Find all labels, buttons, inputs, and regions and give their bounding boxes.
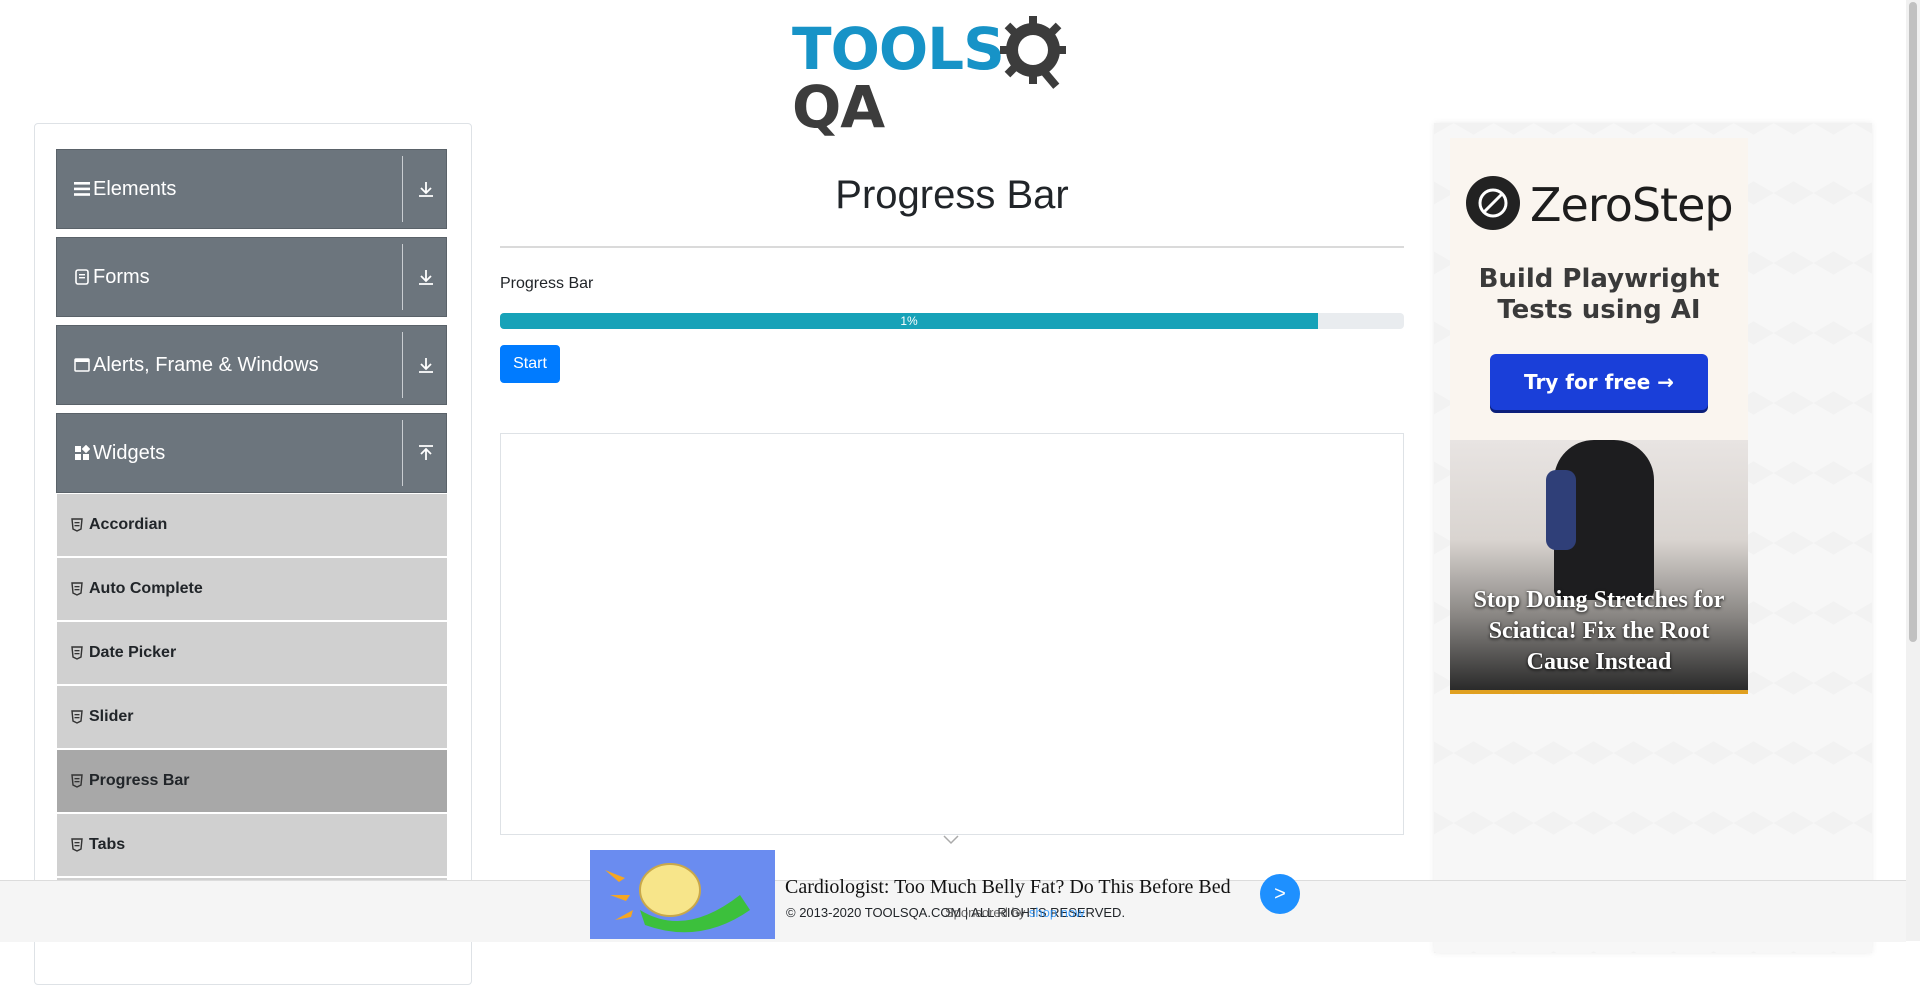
download-arrow-icon[interactable] (416, 179, 436, 199)
zerostep-logo-icon (1466, 176, 1520, 230)
ad-photo-detail (1546, 470, 1576, 550)
upload-arrow-icon[interactable] (416, 443, 436, 463)
sidebar-item-slider[interactable]: Slider (57, 686, 447, 750)
group-forms[interactable]: Forms (56, 237, 447, 317)
window-icon (73, 356, 91, 374)
download-arrow-icon[interactable] (416, 267, 436, 287)
html5-icon (71, 774, 83, 788)
progress-bar-label: Progress Bar (500, 275, 594, 292)
site-header: TOOLSQA (0, 0, 1920, 136)
progress-bar-fill: 1% (500, 313, 1319, 329)
html5-icon (71, 710, 83, 724)
zerostep-tagline: Build Playwright Tests using AI (1450, 264, 1748, 326)
sidebar-item-label: Date Picker (89, 644, 177, 661)
sidebar-item-tabs[interactable]: Tabs (57, 814, 447, 878)
right-ad-panel: ZeroStep Build Playwright Tests using AI… (1434, 123, 1872, 953)
download-arrow-icon[interactable] (416, 355, 436, 375)
gear-magnifier-icon (1000, 16, 1066, 89)
html5-icon (71, 838, 83, 852)
zerostep-brand: ZeroStep (1530, 178, 1734, 232)
page-title: Progress Bar (835, 173, 1069, 217)
start-button[interactable]: Start (500, 345, 560, 383)
group-separator (402, 332, 403, 398)
sidebar-item-progress-bar[interactable]: Progress Bar (57, 750, 447, 814)
progress-bar: 1% (500, 313, 1404, 329)
html5-icon (71, 582, 83, 596)
belly-fat-ad-image (590, 850, 775, 939)
group-alerts-title: Alerts, Frame & Windows (93, 353, 319, 376)
zerostep-tagline-line-2: Tests using AI (1497, 295, 1701, 325)
zerostep-tagline-line-1: Build Playwright (1478, 264, 1720, 294)
page-scrollbar[interactable] (1906, 0, 1920, 941)
sidebar-item-label: Slider (89, 708, 134, 725)
scrollbar-thumb[interactable] (1909, 2, 1917, 642)
chevron-down-icon[interactable] (943, 835, 959, 845)
document-icon (73, 268, 91, 286)
group-elements[interactable]: Elements (56, 149, 447, 229)
group-elements-title: Elements (93, 177, 177, 200)
sidebar-item-accordian[interactable]: Accordian (57, 494, 447, 558)
group-widgets[interactable]: Widgets (56, 413, 447, 493)
bottom-ad-headline: Cardiologist: Too Much Belly Fat? Do Thi… (785, 876, 1231, 898)
toolsqa-logo[interactable]: TOOLSQA (792, 14, 1118, 136)
group-separator (402, 244, 403, 310)
logo-qa-text: QA (792, 73, 885, 141)
left-sidebar: Elements Forms Alerts, Frame & Windows W… (34, 123, 472, 985)
sidebar-item-auto-complete[interactable]: Auto Complete (57, 558, 447, 622)
ad-frame (500, 433, 1404, 835)
group-widgets-title: Widgets (93, 441, 166, 464)
try-for-free-button[interactable]: Try for free → (1490, 354, 1708, 410)
group-alerts-frame-windows[interactable]: Alerts, Frame & Windows (56, 325, 447, 405)
bottom-ad-banner[interactable]: Cardiologist: Too Much Belly Fat? Do Thi… (590, 850, 1302, 940)
title-divider (500, 246, 1404, 248)
group-separator (402, 420, 403, 486)
html5-icon (71, 518, 83, 532)
sidebar-item-label: Tabs (89, 836, 126, 853)
widgets-icon (73, 444, 91, 462)
sidebar-item-date-picker[interactable]: Date Picker (57, 622, 447, 686)
group-separator (402, 156, 403, 222)
html5-icon (71, 646, 83, 660)
sidebar-item-label: Accordian (89, 516, 168, 533)
sciatica-ad-headline: Stop Doing Stretches for Sciatica! Fix t… (1473, 587, 1725, 675)
sidebar-item-label: Auto Complete (89, 580, 203, 597)
sciatica-ad[interactable]: Stop Doing Stretches for Sciatica! Fix t… (1450, 440, 1748, 694)
hamburger-icon (73, 180, 91, 198)
group-forms-title: Forms (93, 265, 150, 288)
bottom-ad-next-button[interactable]: > (1260, 874, 1300, 914)
sidebar-item-label: Progress Bar (89, 772, 190, 789)
zerostep-ad[interactable]: ZeroStep Build Playwright Tests using AI… (1450, 138, 1748, 440)
